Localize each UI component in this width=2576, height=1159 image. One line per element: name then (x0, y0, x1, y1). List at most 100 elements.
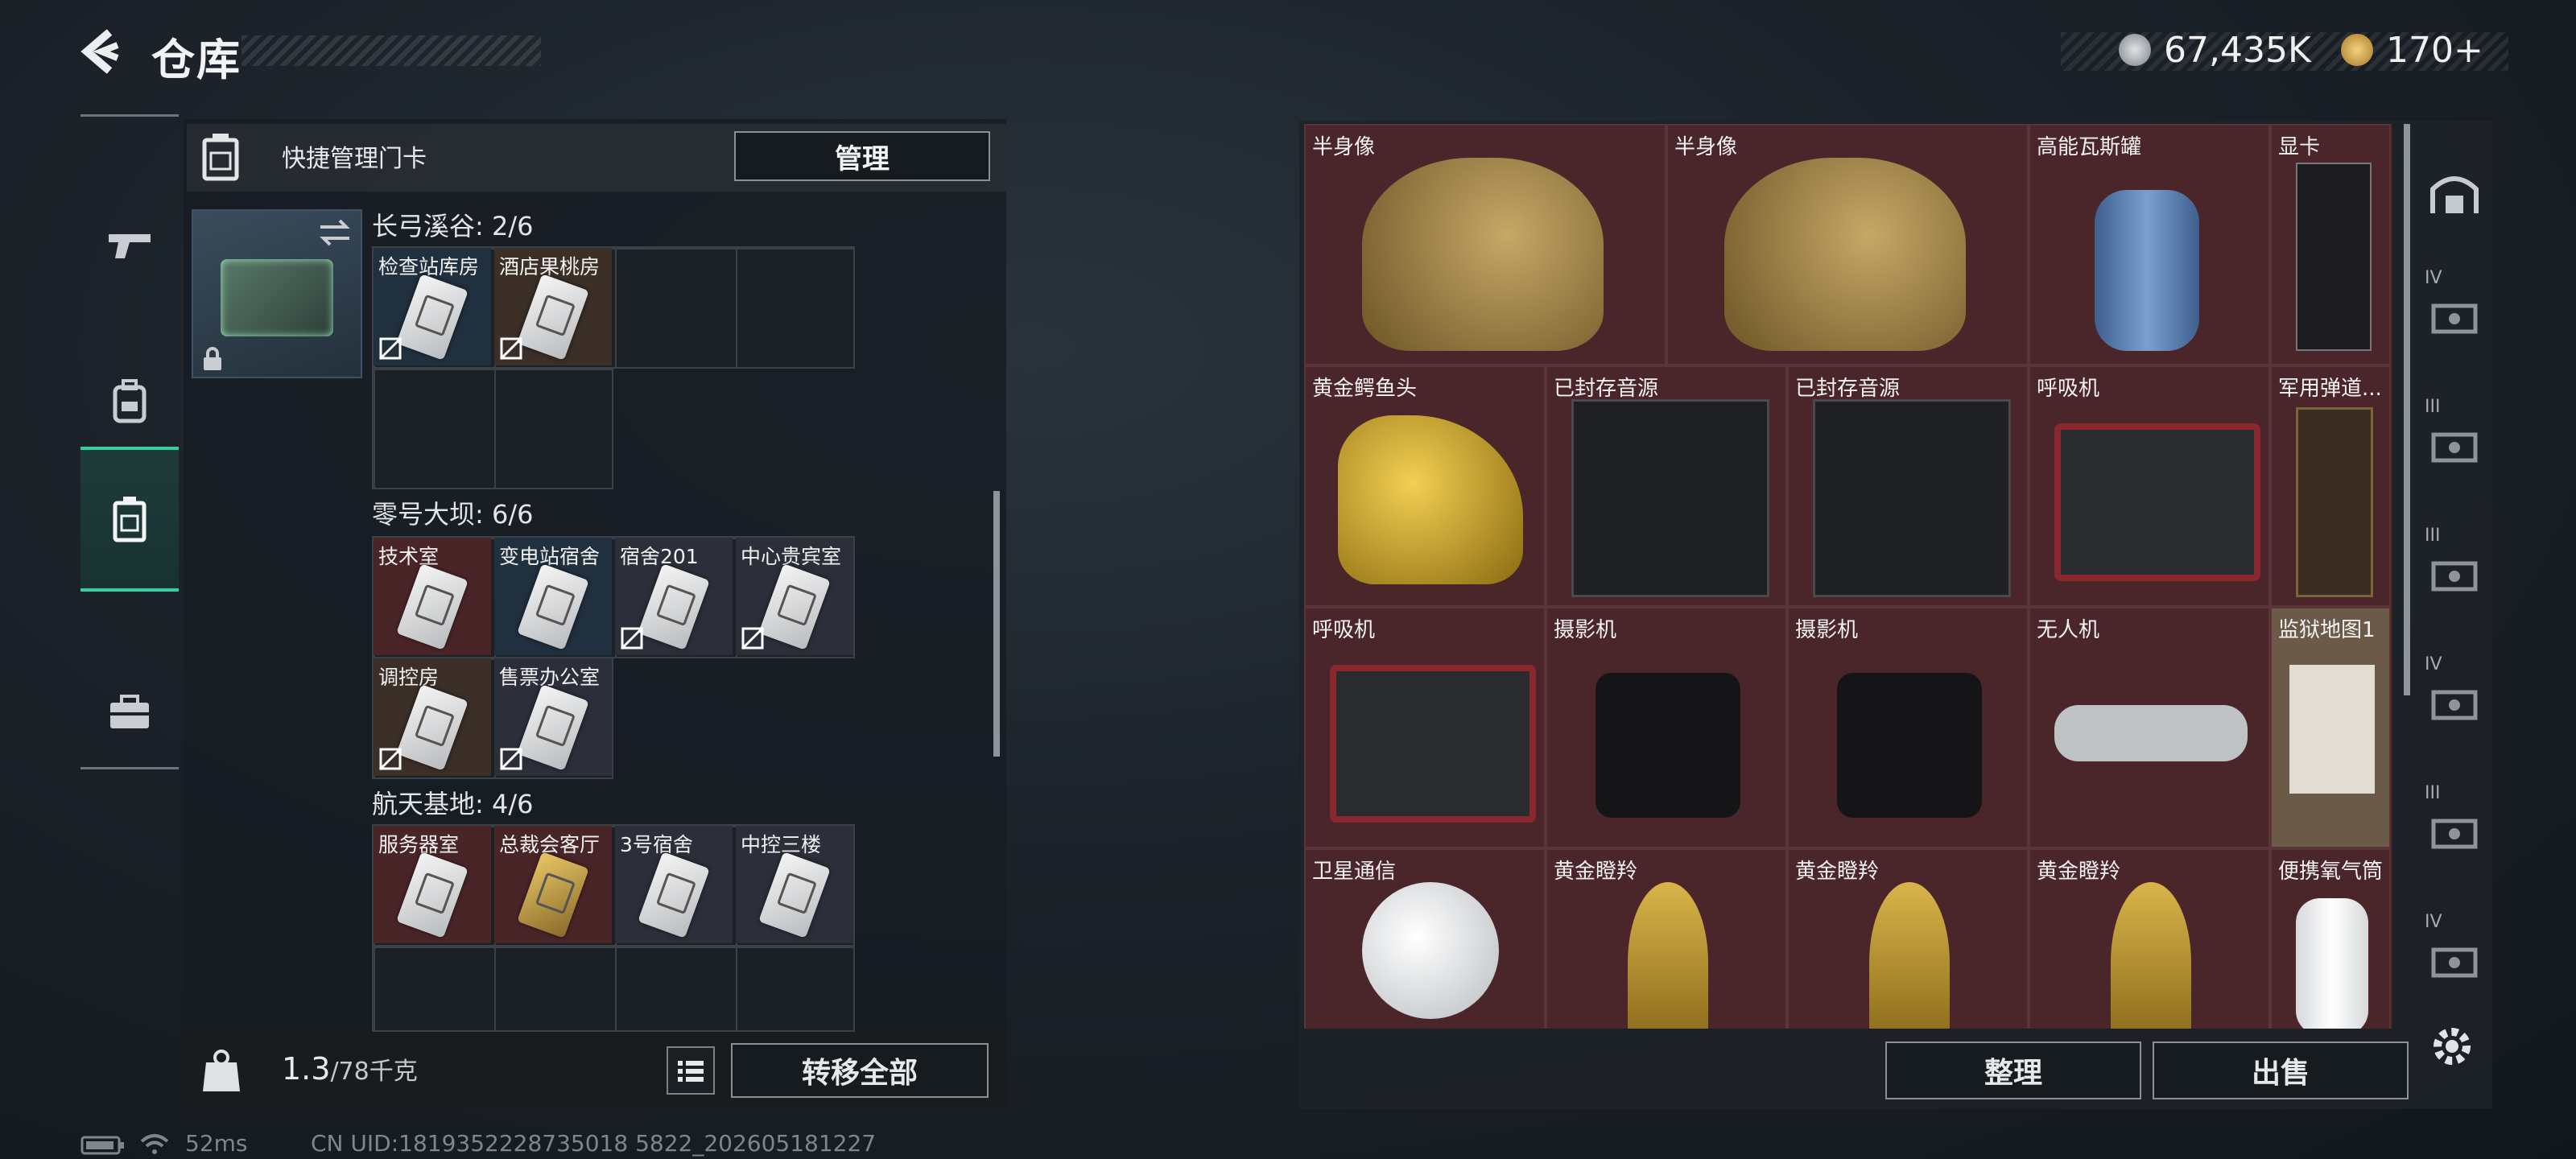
stash-item[interactable]: 高能瓦斯罐 (2029, 124, 2270, 365)
stash-item[interactable]: 黄金鳄鱼头 (1304, 365, 1546, 607)
bust-image (1724, 158, 1966, 351)
stash-item[interactable]: 半身像 (1666, 124, 2029, 365)
keycard-slot[interactable]: 总裁会客厅 (494, 826, 612, 943)
silver-currency: 67,435K (2119, 27, 2311, 72)
container-tab[interactable]: IV (2417, 257, 2492, 377)
stash-item[interactable]: 黄金瞪羚 (1787, 848, 2029, 1029)
item-label: 高能瓦斯罐 (2037, 135, 2142, 159)
backpack-icon (113, 379, 147, 423)
keycard-slot[interactable]: 中控三楼 (736, 826, 853, 943)
keycard-icon (517, 563, 589, 650)
gold-amount: 170+ (2386, 29, 2483, 71)
item-label: 黄金瞪羚 (1554, 860, 1638, 884)
stash-item[interactable]: 半身像 (1304, 124, 1666, 365)
briefcase-icon (110, 695, 149, 728)
stash-item[interactable]: 已封存音源 (1546, 365, 1787, 607)
gas-canister-image (2095, 190, 2199, 351)
sell-button[interactable]: 出售 (2153, 1041, 2409, 1099)
location-title: 零号大坝: 6/6 (372, 499, 534, 530)
keycard-icon (396, 852, 469, 938)
keycard-slot[interactable]: 检查站库房 (374, 248, 491, 365)
stash-home-tab[interactable] (2417, 132, 2492, 253)
lock-icon (204, 347, 221, 370)
stash-item[interactable]: 显卡 (2270, 124, 2391, 365)
stash-item[interactable]: 呼吸机 (1304, 607, 1546, 848)
list-icon (678, 1061, 704, 1082)
stash-item[interactable]: 摄影机 (1787, 607, 2029, 848)
item-label: 呼吸机 (1312, 618, 1376, 642)
sort-button[interactable]: 整理 (1885, 1041, 2141, 1099)
keycard-label: 宿舍201 (620, 545, 699, 568)
tier-label: III (2425, 783, 2441, 803)
item-label: 卫星通信 (1312, 860, 1397, 884)
stash-item[interactable]: 摄影机 (1546, 607, 1787, 848)
gold-gazelle-image (2111, 882, 2191, 1029)
camera-image (1837, 673, 1982, 818)
title-decoration (242, 35, 541, 66)
container-tab[interactable]: IV (2417, 901, 2492, 1021)
container-tab[interactable]: III (2417, 514, 2492, 635)
weapon-tab[interactable] (80, 173, 179, 318)
keycard-tab[interactable] (80, 447, 179, 592)
transfer-all-button[interactable]: 转移全部 (731, 1043, 989, 1098)
stash-item[interactable]: 便携氧气筒 (2270, 848, 2391, 1029)
keycard-slot[interactable]: 服务器室 (374, 826, 491, 943)
tier-label: III (2425, 526, 2441, 546)
keycard-icon (396, 274, 469, 361)
keycard-slot[interactable]: 3号宿舍 (615, 826, 733, 943)
stash-item[interactable]: 卫星通信 (1304, 848, 1546, 1029)
wifi-icon (140, 1134, 169, 1154)
unavailable-icon (499, 747, 523, 771)
stash-scrollbar[interactable] (2404, 124, 2410, 695)
keycard-icon (758, 852, 831, 938)
keycard-slot[interactable]: 技术室 (374, 538, 491, 655)
manage-button[interactable]: 管理 (734, 131, 990, 181)
keycard-case-thumbnail[interactable] (192, 209, 362, 378)
stash-item[interactable]: 军用弹道... (2270, 365, 2391, 607)
container-tab[interactable]: III (2417, 386, 2492, 506)
keycard-slot[interactable]: 宿舍201 (615, 538, 733, 655)
container-tab[interactable]: IV (2417, 643, 2492, 764)
safe-box-icon (2431, 819, 2478, 849)
stash-item[interactable]: 黄金瞪羚 (1546, 848, 1787, 1029)
container-tab[interactable]: III (2417, 772, 2492, 893)
tier-label: IV (2425, 268, 2442, 288)
item-label: 摄影机 (1795, 618, 1859, 642)
keycard-label: 3号宿舍 (620, 833, 693, 856)
keycard-slot[interactable]: 调控房 (374, 658, 491, 776)
stash-item[interactable]: 黄金瞪羚 (2029, 848, 2270, 1029)
item-label: 黄金瞪羚 (2037, 860, 2121, 884)
stash-item[interactable]: 已封存音源 (1787, 365, 2029, 607)
stash-item[interactable]: 呼吸机 (2029, 365, 2270, 607)
keycard-slot[interactable]: 变电站宿舍 (494, 538, 612, 655)
location-title: 长弓溪谷: 2/6 (372, 211, 534, 241)
gear-icon[interactable] (2428, 1022, 2476, 1070)
keycard-holder-icon (202, 134, 239, 181)
drone-image (2054, 705, 2248, 761)
keycard-icon (113, 497, 147, 542)
back-arrow-icon[interactable] (77, 27, 126, 76)
stash-item[interactable]: 无人机 (2029, 607, 2270, 848)
swap-icon[interactable] (317, 219, 353, 246)
keycard-slot[interactable]: 酒店果桃房 (494, 248, 612, 365)
camera-image (1596, 673, 1740, 818)
keycard-slot[interactable]: 中心贵宾室 (736, 538, 853, 655)
weight-readout: 1.3/78千克 (282, 1051, 418, 1087)
left-scrollbar[interactable] (993, 491, 1000, 757)
gold-gazelle-image (1628, 882, 1708, 1029)
keycard-slot[interactable]: 售票办公室 (494, 658, 612, 776)
list-view-button[interactable] (667, 1046, 715, 1095)
keycard-icon (758, 563, 831, 650)
weight-icon (203, 1050, 240, 1091)
weight-max: /78千克 (330, 1058, 418, 1086)
keycard-label: 调控房 (378, 666, 440, 689)
safe-box-icon (2431, 561, 2478, 592)
uid-readout: CN UID:1819352228735018 5822_20260518122… (311, 1130, 877, 1157)
stash-item[interactable]: 监狱地图1 (2270, 607, 2391, 848)
safe-box-icon (2431, 303, 2478, 334)
briefcase-tab[interactable] (80, 640, 179, 785)
item-label: 半身像 (1674, 135, 1738, 159)
keycard-grid-row2 (372, 367, 613, 489)
page-title: 仓库 (151, 35, 242, 85)
gold-gazelle-image (1869, 882, 1950, 1029)
